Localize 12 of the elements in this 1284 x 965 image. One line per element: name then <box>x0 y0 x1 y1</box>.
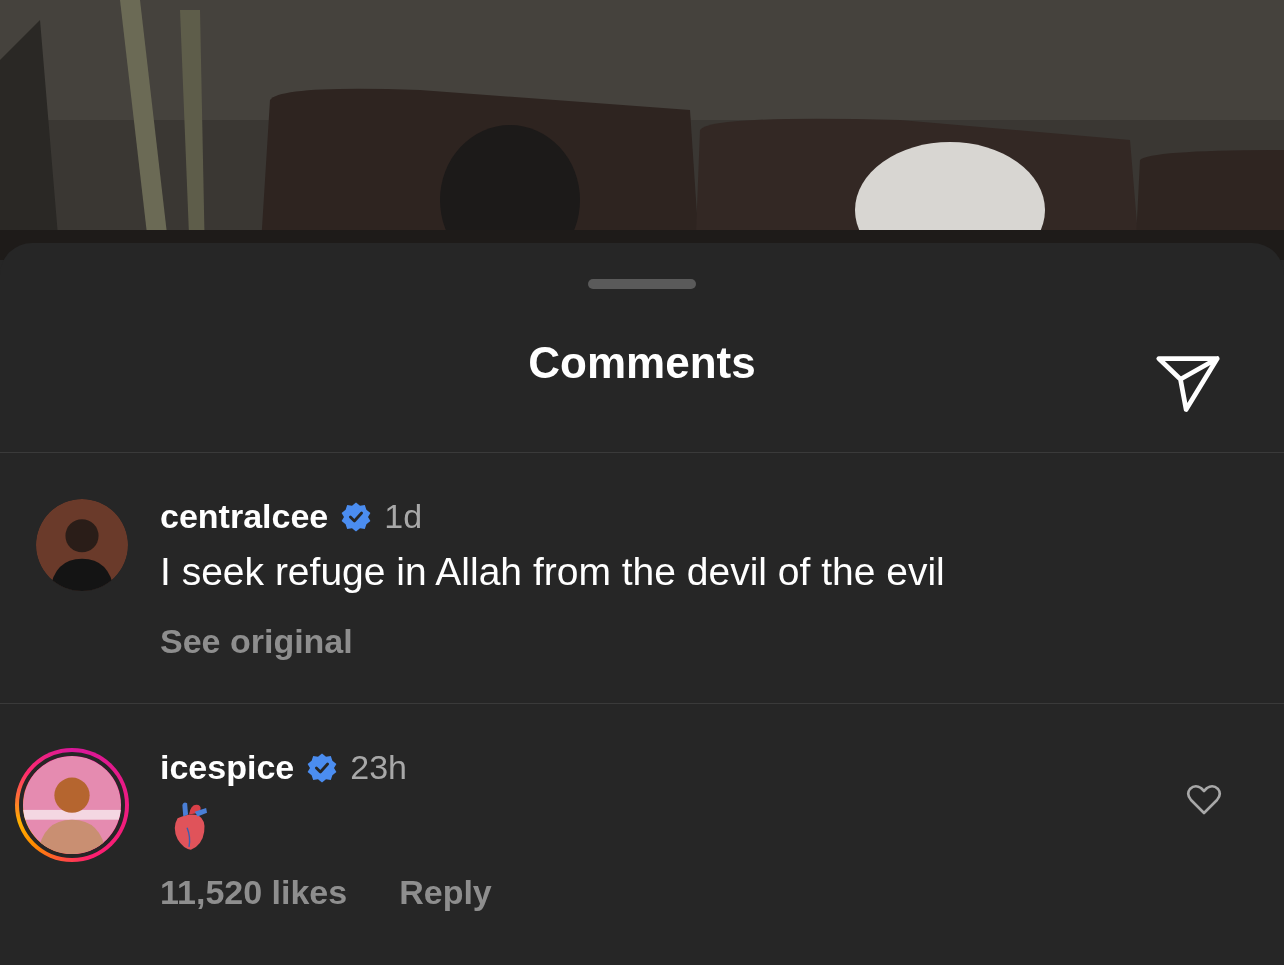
drag-handle[interactable] <box>588 279 696 289</box>
reply-link[interactable]: Reply <box>399 873 492 912</box>
comment-text: I seek refuge in Allah from the devil of the evil <box>160 550 946 594</box>
like-heart-icon[interactable] <box>1186 784 1222 816</box>
sheet-title: Comments <box>528 337 756 388</box>
username[interactable]: icespice <box>160 748 295 787</box>
see-original-link[interactable]: See original <box>160 622 353 661</box>
username[interactable]: centralcee <box>160 497 329 536</box>
likes-count[interactable]: 11,520 likes <box>160 873 348 912</box>
timestamp: 1d <box>384 497 423 536</box>
timestamp: 23h <box>350 748 407 787</box>
send-icon[interactable] <box>1155 354 1221 414</box>
